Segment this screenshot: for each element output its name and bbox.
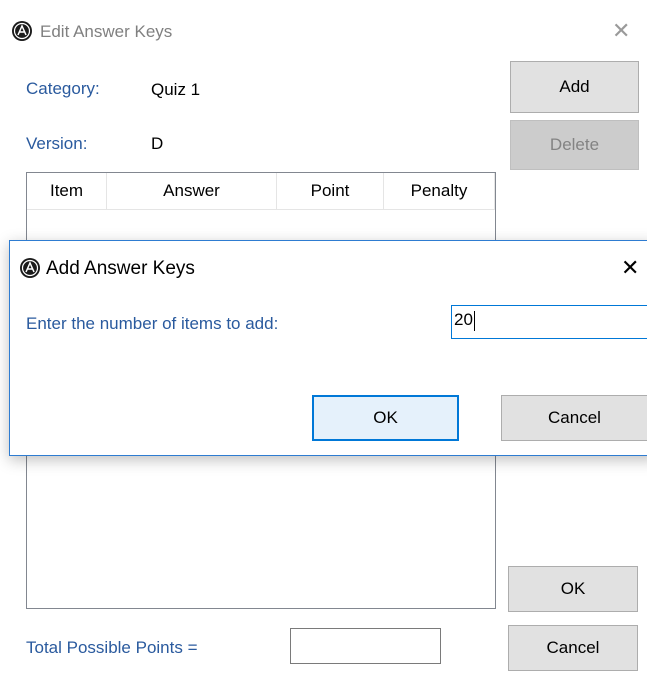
close-icon[interactable]: ✕: [621, 255, 639, 281]
items-count-value: 20: [454, 310, 473, 329]
ok-button[interactable]: OK: [508, 566, 638, 612]
dialog-title: Add Answer Keys: [46, 258, 195, 279]
column-header-penalty[interactable]: Penalty: [384, 173, 495, 209]
add-button[interactable]: Add: [510, 61, 639, 113]
dialog-cancel-button[interactable]: Cancel: [501, 395, 647, 441]
version-value: D: [151, 134, 164, 153]
column-header-item[interactable]: Item: [27, 173, 107, 209]
items-count-input[interactable]: 20: [451, 305, 647, 339]
version-label: Version:: [26, 134, 88, 153]
add-answer-keys-dialog: Add Answer Keys ✕ Enter the number of it…: [9, 240, 647, 456]
column-header-point[interactable]: Point: [277, 173, 384, 209]
app-logo-icon: [20, 258, 40, 278]
total-points-label: Total Possible Points =: [26, 638, 198, 657]
column-header-answer[interactable]: Answer: [107, 173, 277, 209]
dialog-ok-button[interactable]: OK: [312, 395, 459, 441]
close-icon[interactable]: ✕: [612, 18, 630, 44]
app-logo-icon: [12, 21, 32, 41]
items-to-add-label: Enter the number of items to add:: [26, 314, 279, 333]
category-label: Category:: [26, 79, 100, 98]
text-caret: [473, 310, 475, 331]
header-divider: [27, 209, 495, 210]
delete-button[interactable]: Delete: [510, 120, 639, 170]
window-title: Edit Answer Keys: [40, 22, 173, 41]
category-value: Quiz 1: [151, 80, 201, 99]
cancel-button[interactable]: Cancel: [508, 625, 638, 671]
total-points-field: [290, 628, 441, 664]
